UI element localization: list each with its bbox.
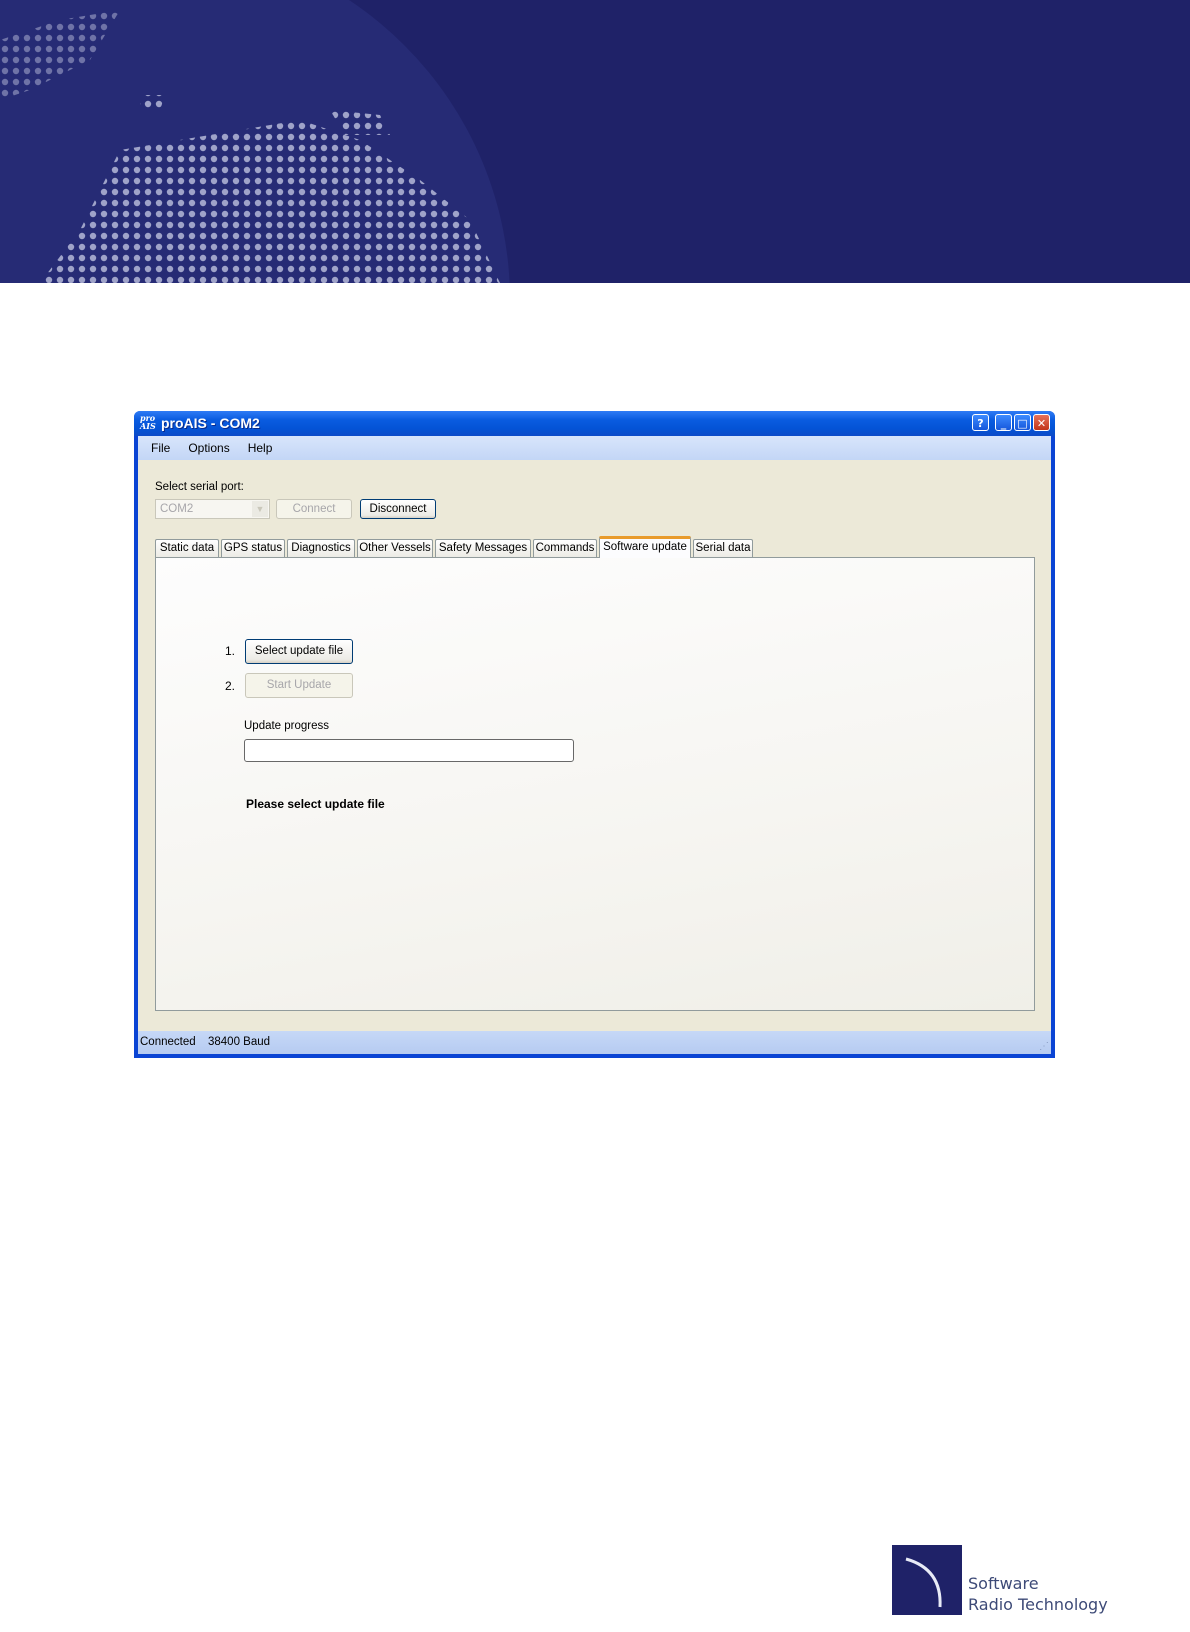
tab-safety-messages[interactable]: Safety Messages: [435, 539, 531, 557]
chevron-down-icon[interactable]: ▼: [252, 501, 268, 517]
maximize-button[interactable]: □: [1014, 414, 1031, 431]
company-name-line2: Radio Technology: [968, 1595, 1108, 1614]
tab-static-data[interactable]: Static data: [155, 539, 219, 557]
update-status-message: Please select update file: [246, 797, 385, 811]
company-logo-icon: [892, 1545, 962, 1615]
start-update-button[interactable]: Start Update: [245, 673, 353, 698]
tab-software-update[interactable]: Software update: [599, 536, 691, 558]
window-titlebar[interactable]: pro AIS proAIS - COM2 ? _ □ ✕: [134, 411, 1055, 436]
app-window: pro AIS proAIS - COM2 ? _ □ ✕ File Option…: [134, 411, 1055, 1058]
connect-button[interactable]: Connect: [276, 499, 352, 519]
tab-gps-status[interactable]: GPS status: [221, 539, 285, 557]
resize-grip-icon[interactable]: ⋰: [1039, 1041, 1049, 1052]
tab-other-vessels[interactable]: Other Vessels: [357, 539, 433, 557]
company-name: Software Radio Technology: [968, 1573, 1108, 1615]
software-update-panel: 1. Select update file 2. Start Update Up…: [155, 557, 1035, 1011]
company-name-line1: Software: [968, 1574, 1039, 1593]
update-progress-label: Update progress: [244, 720, 330, 732]
menu-options[interactable]: Options: [179, 436, 238, 460]
globe-graphic: [0, 0, 510, 283]
tab-serial-data[interactable]: Serial data: [693, 539, 753, 557]
app-logo-bottom: AIS: [140, 421, 156, 431]
step-1-label: 1.: [225, 644, 236, 658]
status-connection: Connected: [140, 1036, 196, 1048]
status-bar: Connected 38400 Baud ⋰: [138, 1031, 1051, 1054]
step-2-label: 2.: [225, 679, 236, 693]
menu-help[interactable]: Help: [239, 436, 282, 460]
disconnect-button[interactable]: Disconnect: [360, 499, 436, 519]
close-button[interactable]: ✕: [1033, 414, 1050, 431]
minimize-button[interactable]: _: [995, 414, 1012, 431]
update-progress-bar: [244, 739, 574, 762]
logo-arc-graphic: [905, 1557, 942, 1608]
window-title: proAIS - COM2: [161, 415, 260, 431]
header-banner: [0, 0, 1190, 283]
help-icon-button[interactable]: ?: [972, 414, 989, 431]
serial-port-value: COM2: [160, 503, 194, 515]
window-client-area: File Options Help Select serial port: COM2…: [138, 436, 1051, 1054]
menu-bar: File Options Help: [138, 436, 1051, 460]
menu-file[interactable]: File: [138, 436, 179, 460]
tab-commands[interactable]: Commands: [533, 539, 597, 557]
tab-diagnostics[interactable]: Diagnostics: [287, 539, 355, 557]
select-update-file-button[interactable]: Select update file: [245, 639, 353, 664]
status-baud-rate: 38400 Baud: [208, 1036, 271, 1048]
serial-port-select[interactable]: COM2 ▼: [155, 499, 270, 519]
app-logo-icon: pro AIS: [140, 414, 158, 432]
serial-port-label: Select serial port:: [155, 481, 244, 493]
